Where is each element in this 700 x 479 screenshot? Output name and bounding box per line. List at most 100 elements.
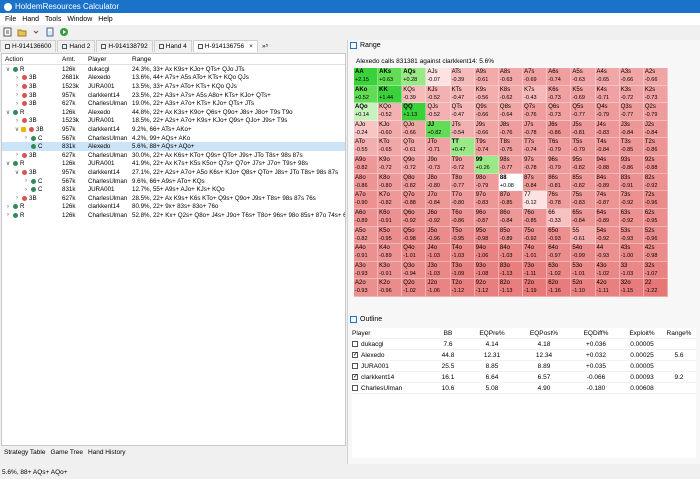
expand-chevron-icon[interactable]: › bbox=[14, 101, 20, 107]
range-cell-84s[interactable]: 84s -0.89 bbox=[595, 173, 620, 192]
range-cell-Q2o[interactable]: Q2o -1.02 bbox=[402, 279, 427, 297]
range-cell-62s[interactable]: 62s -0.95 bbox=[643, 208, 668, 227]
range-cell-J2s[interactable]: J2s -0.84 bbox=[643, 120, 668, 139]
range-cell-98s[interactable]: 98s -0.77 bbox=[498, 156, 524, 174]
range-cell-22[interactable]: 22 -1.22 bbox=[643, 279, 668, 297]
range-cell-A5s[interactable]: A5s -0.63 bbox=[571, 68, 596, 86]
range-cell-A2s[interactable]: A2s -0.66 bbox=[643, 68, 668, 86]
menu-help[interactable]: Help bbox=[95, 16, 115, 23]
expand-chevron-icon[interactable]: › bbox=[5, 204, 11, 210]
range-cell-T6o[interactable]: T6o -0.86 bbox=[450, 208, 475, 227]
range-cell-82o[interactable]: 82o -1.13 bbox=[498, 279, 524, 297]
tree-row[interactable]: › C 831k JURA001 12.7%, 55+ A9s+ AJo+ KJs+ K… bbox=[2, 185, 345, 194]
range-cell-Q2s[interactable]: Q2s -0.79 bbox=[643, 103, 668, 121]
range-cell-64s[interactable]: 64s -0.89 bbox=[595, 208, 620, 227]
range-cell-53s[interactable]: 53s -0.93 bbox=[619, 226, 644, 245]
range-cell-84o[interactable]: 84o -1.03 bbox=[498, 244, 524, 262]
range-cell-88[interactable]: 88 +0.08 bbox=[498, 173, 524, 192]
range-cell-86s[interactable]: 86s -0.81 bbox=[547, 173, 572, 192]
range-cell-98o[interactable]: 98o -0.79 bbox=[474, 173, 499, 192]
range-cell-K6o[interactable]: K6o -0.91 bbox=[378, 208, 403, 227]
tree-row[interactable]: › 3B 1523k JURA001 18.5%, 22+ A2s+ A7o+ K9s+… bbox=[2, 117, 345, 126]
tab-strategy-table[interactable]: Strategy Table bbox=[4, 449, 45, 456]
player-checkbox[interactable]: ✓ bbox=[352, 374, 358, 380]
range-cell-T3s[interactable]: T3s -0.85 bbox=[619, 138, 644, 157]
range-cell-Q9o[interactable]: Q9o -0.72 bbox=[402, 156, 427, 174]
menu-hand[interactable]: Hand bbox=[19, 16, 42, 23]
range-cell-KQs[interactable]: KQs -0.39 bbox=[402, 85, 427, 104]
range-cell-54o[interactable]: 54o -0.99 bbox=[571, 244, 596, 262]
range-cell-JJ[interactable]: JJ +0.82 bbox=[426, 120, 451, 139]
range-cell-KQo[interactable]: KQo -0.52 bbox=[378, 103, 403, 121]
tree-row[interactable]: › 3B 957k clarkkent14 23.5%, 22+ A3s+ A7s+ A… bbox=[2, 91, 345, 100]
range-cell-Q4s[interactable]: Q4s -0.79 bbox=[595, 103, 620, 121]
col-bb[interactable]: BB bbox=[430, 330, 466, 337]
range-cell-43s[interactable]: 43s -1.00 bbox=[619, 244, 644, 262]
range-cell-K3s[interactable]: K3s -0.72 bbox=[619, 85, 644, 104]
range-cell-T9o[interactable]: T9o -0.72 bbox=[450, 156, 475, 174]
expand-chevron-icon[interactable]: › bbox=[23, 187, 29, 193]
tree-row[interactable]: ∨ R 126k dukacgl 24.3%, 33+ Ax K9s+ KJo+ QTs… bbox=[2, 65, 345, 74]
range-cell-Q3s[interactable]: Q3s -0.77 bbox=[619, 103, 644, 121]
range-cell-J3o[interactable]: J3o -1.03 bbox=[426, 261, 451, 280]
range-cell-65s[interactable]: 65s -0.84 bbox=[571, 208, 596, 227]
range-cell-QJo[interactable]: QJo -0.66 bbox=[402, 120, 427, 139]
range-cell-AJo[interactable]: AJo -0.24 bbox=[354, 120, 379, 139]
range-cell-94o[interactable]: 94o -1.06 bbox=[474, 244, 499, 262]
range-cell-K5o[interactable]: K5o -0.95 bbox=[378, 226, 403, 245]
range-cell-K2o[interactable]: K2o -0.96 bbox=[378, 279, 403, 297]
col-eqpre[interactable]: EQPre% bbox=[466, 330, 518, 337]
range-cell-A7o[interactable]: A7o -0.90 bbox=[354, 191, 379, 209]
range-cell-Q5o[interactable]: Q5o -0.98 bbox=[402, 226, 427, 245]
range-cell-K2s[interactable]: K2s -0.73 bbox=[643, 85, 668, 104]
range-cell-Q8s[interactable]: Q8s -0.64 bbox=[498, 103, 524, 121]
range-cell-Q4o[interactable]: Q4o -1.01 bbox=[402, 244, 427, 262]
range-cell-AKo[interactable]: AKo +0.52 bbox=[354, 85, 379, 104]
tree-row[interactable]: ∨ 3B 957k clarkkent14 9.2%, 66+ ATs+ AKo+ bbox=[2, 125, 345, 134]
range-cell-74s[interactable]: 74s -0.87 bbox=[595, 191, 620, 209]
collapse-chevron-icon[interactable]: ∨ bbox=[5, 109, 11, 116]
range-cell-J8s[interactable]: J8s -0.76 bbox=[498, 120, 524, 139]
range-cell-J5s[interactable]: J5s -0.81 bbox=[571, 120, 596, 139]
range-cell-J4o[interactable]: J4o -1.03 bbox=[426, 244, 451, 262]
expand-chevron-icon[interactable]: › bbox=[23, 178, 29, 184]
range-cell-83s[interactable]: 83s -0.91 bbox=[619, 173, 644, 192]
col-eqdiff[interactable]: EQDiff% bbox=[570, 330, 622, 337]
dropdown-arrow-icon[interactable] bbox=[31, 27, 41, 37]
range-cell-J7o[interactable]: J7o -0.84 bbox=[426, 191, 451, 209]
range-cell-86o[interactable]: 86o -0.84 bbox=[498, 208, 524, 227]
range-cell-A4s[interactable]: A4s -0.65 bbox=[595, 68, 620, 86]
player-checkbox[interactable] bbox=[352, 385, 358, 391]
range-cell-85o[interactable]: 85o -0.89 bbox=[498, 226, 524, 245]
range-cell-A2o[interactable]: A2o -0.93 bbox=[354, 279, 379, 297]
range-cell-A3o[interactable]: A3o -0.93 bbox=[354, 261, 379, 280]
collapse-chevron-icon[interactable]: ∨ bbox=[14, 169, 20, 176]
tabs-overflow-button[interactable]: »⁵ bbox=[259, 40, 271, 52]
range-cell-AQs[interactable]: AQs +0.28 bbox=[402, 68, 427, 86]
range-cell-A9o[interactable]: A9o -0.82 bbox=[354, 156, 379, 174]
range-cell-K5s[interactable]: K5s -0.69 bbox=[571, 85, 596, 104]
range-cell-65o[interactable]: 65o -0.93 bbox=[547, 226, 572, 245]
range-cell-Q7o[interactable]: Q7o -0.88 bbox=[402, 191, 427, 209]
range-cell-82s[interactable]: 82s -0.92 bbox=[643, 173, 668, 192]
header-action[interactable]: Action bbox=[2, 56, 62, 63]
expand-chevron-icon[interactable]: › bbox=[14, 75, 20, 81]
player-checkbox[interactable] bbox=[352, 341, 358, 347]
range-cell-63s[interactable]: 63s -0.92 bbox=[619, 208, 644, 227]
range-cell-KK[interactable]: KK +1.44 bbox=[378, 85, 403, 104]
range-cell-87o[interactable]: 87o -0.85 bbox=[498, 191, 524, 209]
collapse-chevron-icon[interactable]: ∨ bbox=[5, 160, 11, 167]
range-cell-T5o[interactable]: T5o -0.95 bbox=[450, 226, 475, 245]
range-cell-T8s[interactable]: T8s -0.75 bbox=[498, 138, 524, 157]
range-cell-97o[interactable]: 97o -0.83 bbox=[474, 191, 499, 209]
expand-chevron-icon[interactable]: › bbox=[14, 83, 20, 89]
range-cell-Q5s[interactable]: Q5s -0.77 bbox=[571, 103, 596, 121]
range-cell-62o[interactable]: 62o -1.16 bbox=[547, 279, 572, 297]
range-cell-32s[interactable]: 32s -1.07 bbox=[643, 261, 668, 280]
range-cell-Q3o[interactable]: Q3o -0.94 bbox=[402, 261, 427, 280]
range-cell-83o[interactable]: 83o -1.13 bbox=[498, 261, 524, 280]
header-amount[interactable]: Amt. bbox=[62, 56, 88, 63]
range-cell-J9s[interactable]: J9s -0.66 bbox=[474, 120, 499, 139]
range-cell-T7s[interactable]: T7s -0.74 bbox=[523, 138, 548, 157]
range-cell-ATs[interactable]: ATs -0.39 bbox=[450, 68, 475, 86]
